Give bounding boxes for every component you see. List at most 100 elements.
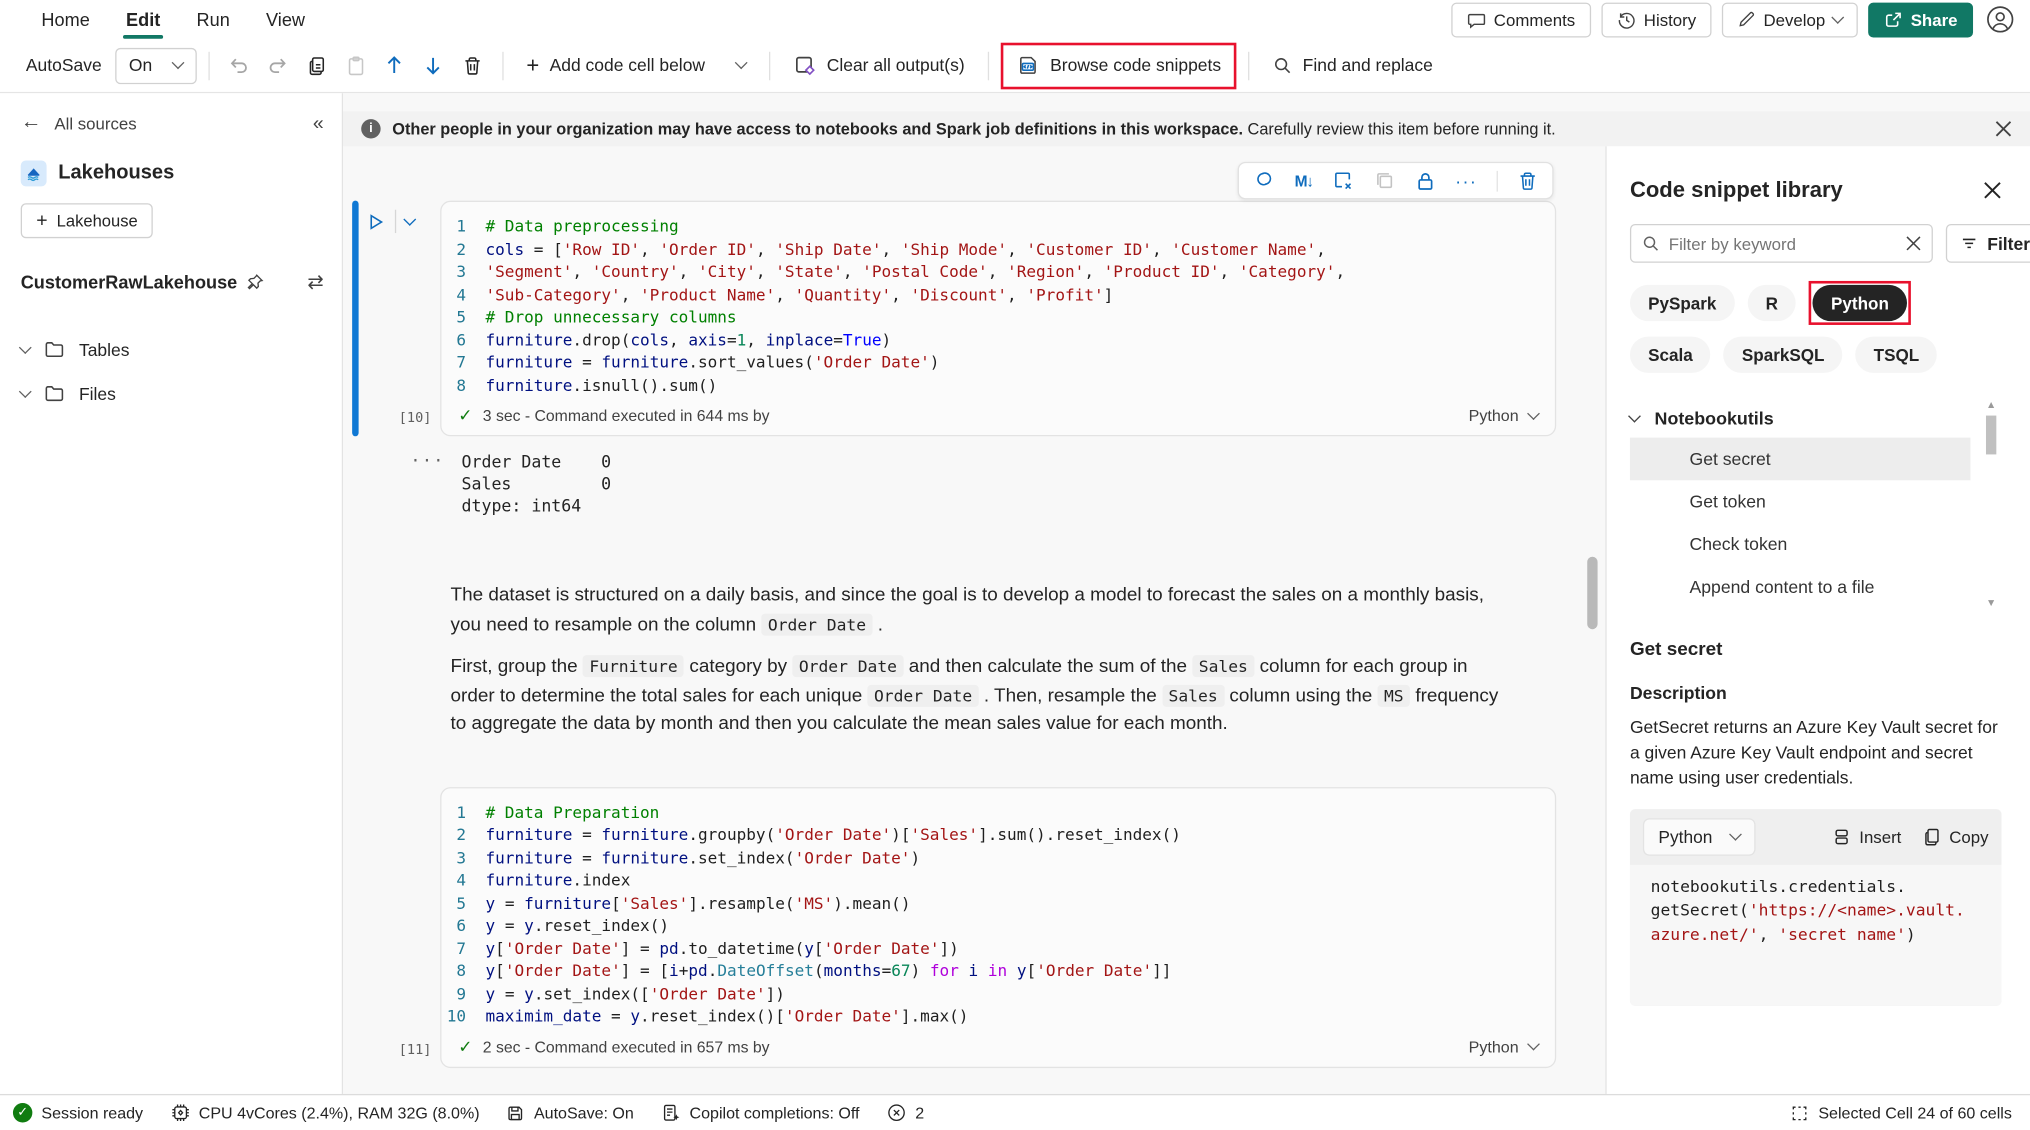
pill-r[interactable]: R — [1748, 285, 1797, 321]
copy-button[interactable] — [298, 47, 334, 83]
pill-sparksql[interactable]: SparkSQL — [1724, 337, 1843, 373]
cell-language-selector[interactable]: Python — [1469, 1038, 1538, 1056]
workspace-warning-banner: i Other people in your organization may … — [343, 111, 2030, 146]
code-cell-2[interactable]: 1# Data Preparation2furniture = furnitur… — [343, 786, 1605, 1067]
run-cell-button[interactable] — [366, 212, 385, 231]
cell-code-editor[interactable]: 1# Data Preparation2furniture = furnitur… — [441, 801, 1554, 1028]
session-status[interactable]: ✓ Session ready — [13, 1103, 143, 1122]
delete-cell-button[interactable] — [454, 47, 490, 83]
convert-to-markdown-icon[interactable]: M↓ — [1295, 172, 1313, 190]
chevron-down-icon — [1628, 409, 1641, 422]
execution-count: [11] — [399, 1042, 432, 1058]
add-code-cell-button[interactable]: + Add code cell below — [515, 46, 757, 85]
chevron-down-icon — [1729, 827, 1742, 840]
delete-cell-icon[interactable] — [1517, 170, 1538, 191]
autosave-dropdown[interactable]: On — [115, 47, 197, 83]
pill-python[interactable]: Python — [1813, 285, 1907, 321]
snippet-item-get-secret[interactable]: Get secret — [1630, 438, 1970, 481]
notebook-scrollbar-thumb[interactable] — [1587, 557, 1597, 629]
insert-snippet-button[interactable]: Insert — [1832, 827, 1901, 846]
clear-cell-output-icon[interactable] — [1332, 170, 1354, 192]
copilot-icon[interactable] — [1253, 170, 1275, 192]
chevron-down-icon — [1527, 1038, 1540, 1051]
move-up-button[interactable] — [376, 47, 412, 83]
snippet-item-get-token[interactable]: Get token — [1630, 480, 1970, 523]
lakehouse-name[interactable]: CustomerRawLakehouse — [21, 272, 238, 293]
error-count[interactable]: 2 — [887, 1103, 924, 1122]
notebook-toolbar: AutoSave On + Add code cell below Clear … — [0, 39, 2030, 93]
code-line: getSecret('https://<name>.vault. — [1651, 898, 1994, 922]
snippet-search-input[interactable] — [1669, 234, 1897, 253]
scroll-down-icon[interactable]: ▼ — [1986, 597, 1996, 609]
autosave-status[interactable]: AutoSave: On — [507, 1104, 634, 1122]
history-icon — [1617, 10, 1636, 29]
develop-button[interactable]: Develop — [1722, 2, 1858, 37]
comments-button[interactable]: Comments — [1451, 2, 1591, 37]
scroll-up-icon[interactable]: ▲ — [1986, 399, 1996, 411]
redo-button[interactable] — [260, 47, 296, 83]
snippet-item-check-token[interactable]: Check token — [1630, 523, 1970, 566]
add-lakehouse-button[interactable]: + Lakehouse — [21, 203, 154, 238]
python-pill-annotation-box: Python — [1809, 281, 1911, 325]
copy-snippet-button[interactable]: Copy — [1922, 827, 1988, 846]
output-text: Order Date 0Sales 0dtype: int64 — [462, 452, 612, 518]
back-arrow-icon[interactable]: ← — [21, 111, 42, 134]
output-collapse-icon[interactable]: ··· — [410, 452, 444, 518]
pill-scala[interactable]: Scala — [1630, 337, 1711, 373]
snippet-list-scrollbar[interactable]: ▲ ▼ — [1983, 399, 1999, 609]
menu-edit[interactable]: Edit — [108, 4, 178, 35]
clear-search-icon[interactable] — [1906, 236, 1922, 252]
inline-code: Order Date — [761, 613, 872, 635]
lakehouse-explorer-sidebar: ← All sources « Lakehouses + Lakehouse C… — [0, 93, 343, 1094]
clear-all-outputs-button[interactable]: Clear all output(s) — [781, 47, 976, 83]
collapse-pane-icon[interactable]: « — [313, 112, 324, 134]
cell-language-selector[interactable]: Python — [1469, 407, 1538, 425]
cell-card[interactable]: 1# Data Preparation2furniture = furnitur… — [440, 786, 1556, 1067]
snippet-language-dropdown[interactable]: Python — [1643, 818, 1755, 856]
snippet-item-append-content[interactable]: Append content to a file — [1630, 566, 1970, 609]
copilot-completions-status[interactable]: Copilot completions: Off — [661, 1103, 859, 1122]
resource-usage[interactable]: CPU 4vCores (2.4%), RAM 32G (8.0%) — [170, 1103, 479, 1122]
history-button[interactable]: History — [1601, 2, 1712, 37]
menu-home[interactable]: Home — [23, 4, 108, 35]
menu-run[interactable]: Run — [178, 4, 248, 35]
account-avatar[interactable] — [1983, 3, 2017, 37]
cell-status-row: ✓ 3 sec - Command executed in 644 ms by … — [441, 396, 1554, 435]
all-sources-link[interactable]: All sources — [54, 113, 136, 132]
run-options-chevron-icon[interactable] — [403, 212, 416, 225]
scrollbar-thumb[interactable] — [1986, 416, 1996, 455]
panel-close-icon[interactable] — [1983, 181, 2001, 199]
lock-cell-icon[interactable] — [1415, 170, 1436, 191]
snippet-search-box[interactable] — [1630, 224, 1933, 263]
cell-output: ··· Order Date 0Sales 0dtype: int64 — [410, 452, 1605, 518]
snippet-group-notebookutils[interactable]: Notebookutils — [1630, 399, 1970, 438]
cpu-icon — [170, 1103, 189, 1122]
sidebar-item-files[interactable]: Files — [21, 372, 324, 416]
code-line: 1# Data Preparation — [441, 801, 1554, 824]
folder-icon — [44, 383, 65, 404]
duplicate-cell-icon[interactable] — [1374, 170, 1396, 192]
pill-tsql[interactable]: TSQL — [1856, 337, 1938, 373]
paste-button[interactable] — [337, 47, 373, 83]
switch-lakehouse-icon[interactable]: ⇄ — [307, 271, 323, 294]
snippet-code[interactable]: notebookutils.credentials.getSecret('htt… — [1630, 864, 2002, 1006]
code-cell-1[interactable]: M↓ ··· 1# Data preprocessing2cols = ['Ro… — [343, 201, 1605, 437]
banner-close-icon[interactable] — [1995, 120, 2012, 137]
cell-status-text: 2 sec - Command executed in 657 ms by — [483, 1038, 770, 1056]
cell-card[interactable]: 1# Data preprocessing2cols = ['Row ID', … — [440, 201, 1556, 437]
markdown-cell[interactable]: The dataset is structured on a daily bas… — [451, 583, 1502, 739]
move-down-button[interactable] — [415, 47, 451, 83]
cell-code-editor[interactable]: 1# Data preprocessing2cols = ['Row ID', … — [441, 215, 1554, 396]
browse-code-snippets-button[interactable]: Browse code snippets — [1011, 47, 1226, 83]
pencil-icon — [1738, 10, 1756, 28]
pill-pyspark[interactable]: PySpark — [1630, 285, 1735, 321]
pin-icon[interactable] — [246, 273, 264, 291]
menu-view[interactable]: View — [248, 4, 323, 35]
selection-icon — [1790, 1104, 1808, 1122]
find-and-replace-button[interactable]: Find and replace — [1261, 49, 1444, 81]
undo-button[interactable] — [221, 47, 257, 83]
filter-button[interactable]: Filter — [1946, 224, 2030, 263]
share-button[interactable]: Share — [1868, 2, 1973, 37]
sidebar-item-tables[interactable]: Tables — [21, 328, 324, 372]
more-options-icon[interactable]: ··· — [1455, 170, 1477, 191]
